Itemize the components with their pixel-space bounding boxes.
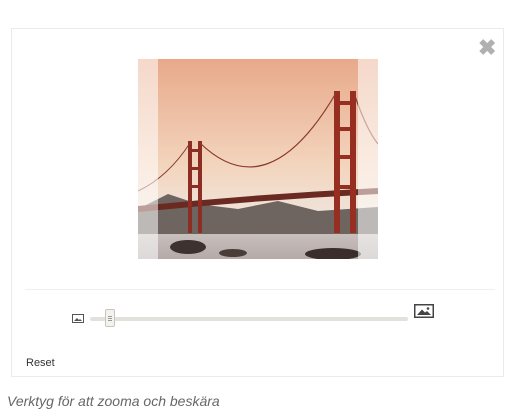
large-image-icon[interactable] bbox=[414, 304, 434, 323]
zoom-control bbox=[72, 302, 442, 332]
crop-dialog: ✖ Reset bbox=[11, 28, 504, 377]
crop-area[interactable] bbox=[138, 59, 378, 259]
bridge-photo bbox=[138, 59, 378, 259]
reset-button[interactable]: Reset bbox=[26, 357, 55, 369]
grip-line bbox=[108, 316, 113, 317]
zoom-slider-handle[interactable] bbox=[105, 309, 116, 327]
grip-line bbox=[108, 318, 113, 319]
divider bbox=[25, 289, 495, 290]
close-icon[interactable]: ✖ bbox=[478, 37, 496, 59]
image-caption: Verktyg för att zooma och beskära bbox=[7, 393, 220, 409]
zoom-slider-track[interactable] bbox=[90, 317, 408, 321]
small-image-icon[interactable] bbox=[72, 310, 84, 328]
grip-line bbox=[108, 320, 113, 321]
